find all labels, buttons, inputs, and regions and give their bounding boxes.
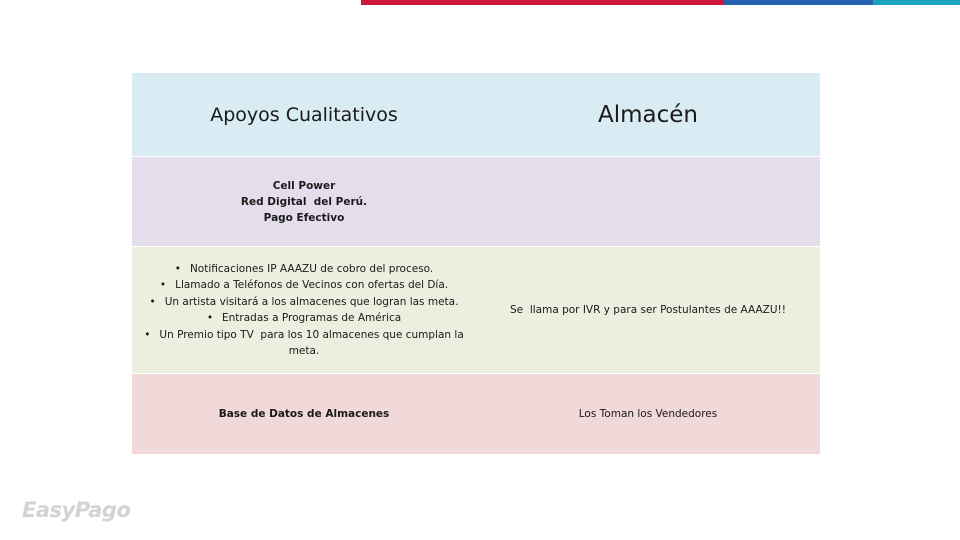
row1-line-pago-efectivo: Pago Efectivo — [263, 211, 345, 224]
support-table: Apoyos Cualitativos Almacén Cell Power R… — [132, 73, 820, 455]
easypago-logo: EasyPago — [22, 498, 131, 522]
bullet-text: Entradas a Programas de América — [222, 312, 402, 324]
bullet-icon: • — [174, 262, 181, 275]
list-item: • Un artista visitará a los almacenes que… — [142, 294, 466, 311]
bullet-list: • Notificaciones IP AAAZU de cobro del pr… — [142, 261, 466, 360]
row3-left-cell: Base de Datos de Almacenes — [132, 373, 476, 455]
top-accent-bar-red — [361, 0, 723, 5]
bullet-icon: • — [144, 328, 151, 341]
row1-left-cell: Cell Power Red Digital del Perú. Pago Ef… — [132, 156, 476, 247]
bullet-icon: • — [206, 312, 214, 324]
bullet-text: Un artista visitará a los almacenes que … — [164, 295, 459, 308]
table-row: • Notificaciones IP AAAZU de cobro del pr… — [132, 246, 820, 374]
list-item: • Llamado a Teléfonos de Vecinos con ofer… — [142, 277, 466, 294]
list-item: • Entradas a Programas de América — [142, 310, 466, 327]
top-accent-bar-teal — [873, 0, 960, 5]
bullet-icon: • — [149, 295, 156, 308]
row1-right-cell — [476, 156, 820, 247]
header-apoyos-cualitativos: Apoyos Cualitativos — [132, 73, 476, 157]
row2-left-cell: • Notificaciones IP AAAZU de cobro del pr… — [132, 246, 476, 374]
row3-right-cell: Los Toman los Vendedores — [476, 373, 820, 455]
bullet-text: Llamado a Teléfonos de Vecinos con ofert… — [175, 279, 449, 291]
table-header-row: Apoyos Cualitativos Almacén — [132, 73, 820, 157]
row2-right-cell: Se llama por IVR y para ser Postulantes … — [476, 246, 820, 374]
table-row: Base de Datos de Almacenes Los Toman los… — [132, 373, 820, 455]
list-item: • Un Premio tipo TV para los 10 almacenes… — [142, 327, 466, 360]
row1-line-cell-power: Cell Power — [272, 179, 336, 192]
list-item: • Notificaciones IP AAAZU de cobro del pr… — [142, 261, 466, 278]
table-row: Cell Power Red Digital del Perú. Pago Ef… — [132, 156, 820, 247]
bullet-icon: • — [159, 279, 167, 291]
bullet-text: Un Premio tipo TV para los 10 almacenes … — [159, 328, 468, 358]
header-almacen: Almacén — [476, 73, 820, 157]
row1-line-red-digital: Red Digital del Perú. — [240, 195, 368, 208]
bullet-text: Notificaciones IP AAAZU de cobro del pro… — [189, 262, 434, 275]
top-accent-bar-blue — [723, 0, 873, 5]
